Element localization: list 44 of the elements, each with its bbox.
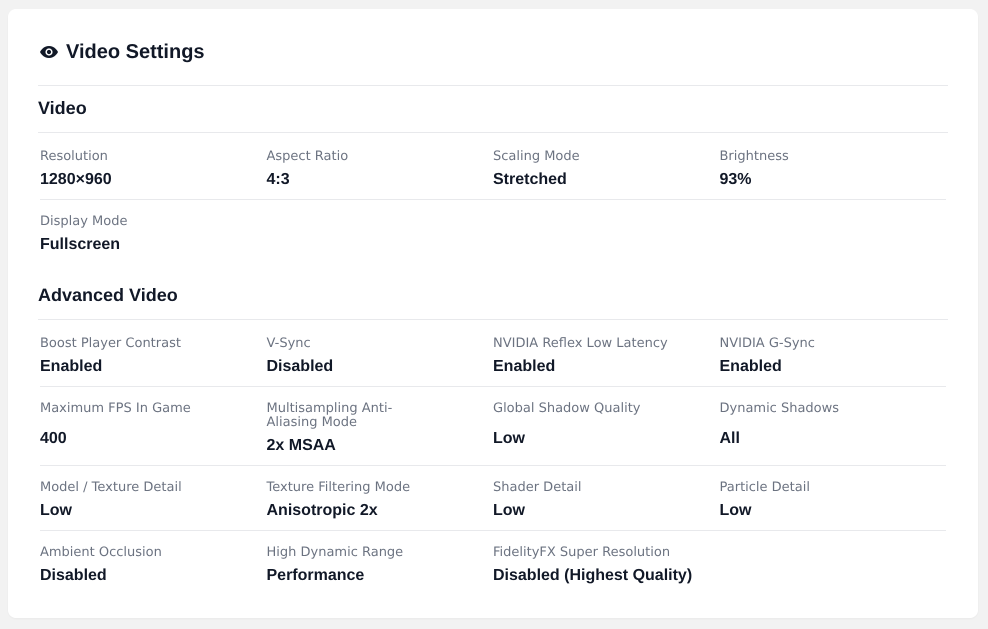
setting-label: Texture Filtering Mode xyxy=(266,481,410,495)
setting-value: 93% xyxy=(720,170,752,190)
setting-label: Maximum FPS In Game xyxy=(40,402,191,416)
setting-label: Brightness xyxy=(720,150,789,164)
setting-value: Disabled (Highest Quality) xyxy=(493,566,692,586)
setting-label: Boost Player Contrast xyxy=(40,337,181,351)
setting-label: NVIDIA G-Sync xyxy=(720,337,815,351)
setting-value: Performance xyxy=(266,566,364,586)
setting-value: Low xyxy=(720,501,752,521)
setting-label: Model / Texture Detail xyxy=(40,481,182,495)
setting-label: Scaling Mode xyxy=(493,150,580,164)
setting-value: Low xyxy=(40,501,72,521)
setting-label: Ambient Occlusion xyxy=(40,546,162,560)
setting-label: Particle Detail xyxy=(720,481,810,495)
section-heading: Advanced Video xyxy=(38,273,948,320)
setting-label: Global Shadow Quality xyxy=(493,402,640,416)
setting-value: Stretched xyxy=(493,170,567,190)
setting-label: V-Sync xyxy=(266,337,311,351)
setting-value: 2x MSAA xyxy=(266,436,336,456)
eye-icon xyxy=(40,46,58,58)
setting-label: Dynamic Shadows xyxy=(720,402,840,416)
setting-label: Display Mode xyxy=(40,215,128,229)
panel-title: Video Settings xyxy=(66,40,205,65)
setting-value: Low xyxy=(493,429,525,449)
setting-label: FidelityFX Super Resolution xyxy=(493,546,670,560)
setting-value: Enabled xyxy=(40,357,102,377)
setting-value: Enabled xyxy=(720,357,782,377)
setting-label: Resolution xyxy=(40,150,108,164)
setting-label: Multisampling Anti-Aliasing Mode xyxy=(266,402,394,430)
setting-label: Aspect Ratio xyxy=(266,150,348,164)
setting-label: NVIDIA Reflex Low Latency xyxy=(493,337,668,351)
setting-value: Disabled xyxy=(40,566,107,586)
section-heading: Video xyxy=(38,86,948,133)
setting-value: Anisotropic 2x xyxy=(266,501,378,521)
setting-label: Shader Detail xyxy=(493,481,582,495)
setting-label: High Dynamic Range xyxy=(266,546,404,560)
setting-value: Disabled xyxy=(266,357,334,377)
setting-value: Enabled xyxy=(493,357,556,377)
setting-value: Low xyxy=(493,501,525,521)
setting-value: 1280×960 xyxy=(40,170,112,190)
setting-value: 400 xyxy=(40,429,67,449)
setting-value: All xyxy=(720,429,740,449)
setting-value: 4:3 xyxy=(266,170,290,190)
setting-value: Fullscreen xyxy=(40,235,120,255)
